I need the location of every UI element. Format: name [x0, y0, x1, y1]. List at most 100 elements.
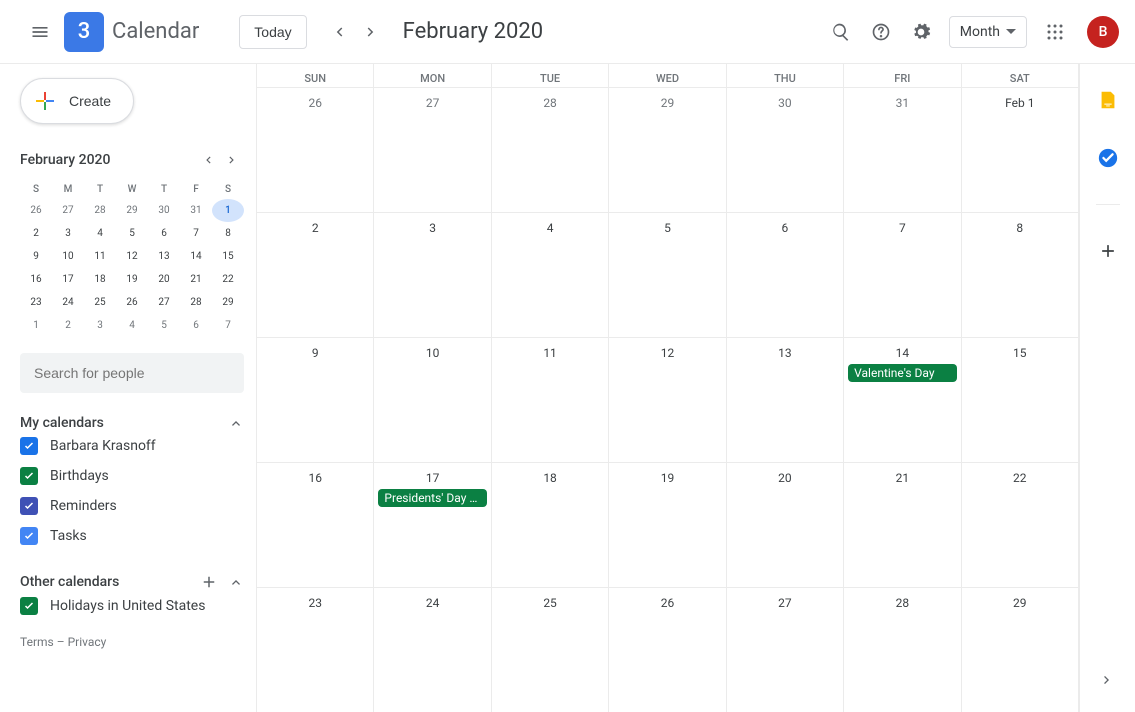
mini-day[interactable]: 26	[20, 199, 52, 222]
mini-day[interactable]: 31	[180, 199, 212, 222]
mini-day[interactable]: 20	[148, 268, 180, 291]
day-cell[interactable]: 6	[727, 213, 844, 337]
calendar-item[interactable]: Tasks	[20, 521, 244, 551]
day-cell[interactable]: 14Valentine's Day	[844, 338, 961, 462]
terms-link[interactable]: Terms	[20, 635, 54, 649]
mini-day[interactable]: 12	[116, 245, 148, 268]
tasks-button[interactable]	[1090, 140, 1126, 176]
mini-day[interactable]: 7	[212, 314, 244, 337]
mini-prev-month[interactable]	[196, 148, 220, 172]
mini-next-month[interactable]	[220, 148, 244, 172]
mini-day[interactable]: 8	[212, 222, 244, 245]
mini-day[interactable]: 30	[148, 199, 180, 222]
mini-day[interactable]: 29	[212, 291, 244, 314]
day-cell[interactable]: 26	[257, 88, 374, 212]
mini-day[interactable]: 28	[180, 291, 212, 314]
mini-day[interactable]: 18	[84, 268, 116, 291]
mini-day[interactable]: 3	[52, 222, 84, 245]
day-cell[interactable]: 4	[492, 213, 609, 337]
calendar-checkbox[interactable]	[20, 527, 38, 545]
event-chip[interactable]: Valentine's Day	[848, 364, 956, 382]
mini-day[interactable]: 15	[212, 245, 244, 268]
mini-day[interactable]: 6	[180, 314, 212, 337]
search-people-input[interactable]	[20, 353, 244, 393]
next-month-button[interactable]	[355, 16, 387, 48]
keep-button[interactable]	[1090, 82, 1126, 118]
day-cell[interactable]: 18	[492, 463, 609, 587]
mini-day[interactable]: 19	[116, 268, 148, 291]
mini-day[interactable]: 17	[52, 268, 84, 291]
calendar-item[interactable]: Reminders	[20, 491, 244, 521]
day-cell[interactable]: 7	[844, 213, 961, 337]
calendar-checkbox[interactable]	[20, 437, 38, 455]
day-cell[interactable]: 13	[727, 338, 844, 462]
event-chip[interactable]: Presidents' Day (re	[378, 489, 486, 507]
mini-day[interactable]: 28	[84, 199, 116, 222]
mini-day[interactable]: 11	[84, 245, 116, 268]
mini-day[interactable]: 7	[180, 222, 212, 245]
mini-day[interactable]: 6	[148, 222, 180, 245]
day-cell[interactable]: 9	[257, 338, 374, 462]
day-cell[interactable]: 21	[844, 463, 961, 587]
mini-day[interactable]: 26	[116, 291, 148, 314]
support-button[interactable]	[861, 12, 901, 52]
privacy-link[interactable]: Privacy	[68, 635, 107, 649]
day-cell[interactable]: 3	[374, 213, 491, 337]
day-cell[interactable]: 28	[844, 588, 961, 712]
day-cell[interactable]: 29	[962, 588, 1079, 712]
day-cell[interactable]: 20	[727, 463, 844, 587]
view-switcher[interactable]: Month	[949, 16, 1027, 48]
hide-panel-button[interactable]	[1093, 666, 1121, 694]
prev-month-button[interactable]	[323, 16, 355, 48]
day-cell[interactable]: 12	[609, 338, 726, 462]
day-cell[interactable]: 25	[492, 588, 609, 712]
calendar-checkbox[interactable]	[20, 497, 38, 515]
mini-day[interactable]: 23	[20, 291, 52, 314]
mini-day[interactable]: 29	[116, 199, 148, 222]
create-button[interactable]: Create	[20, 78, 134, 124]
calendar-checkbox[interactable]	[20, 597, 38, 615]
mini-day[interactable]: 14	[180, 245, 212, 268]
day-cell[interactable]: 23	[257, 588, 374, 712]
day-cell[interactable]: 28	[492, 88, 609, 212]
day-cell[interactable]: 5	[609, 213, 726, 337]
calendar-item[interactable]: Barbara Krasnoff	[20, 431, 244, 461]
other-calendars-header[interactable]: Other calendars	[20, 573, 244, 591]
mini-day[interactable]: 10	[52, 245, 84, 268]
day-cell[interactable]: 22	[962, 463, 1079, 587]
day-cell[interactable]: 29	[609, 88, 726, 212]
mini-day[interactable]: 4	[116, 314, 148, 337]
mini-day[interactable]: 22	[212, 268, 244, 291]
mini-day[interactable]: 1	[212, 199, 244, 222]
mini-day[interactable]: 3	[84, 314, 116, 337]
day-cell[interactable]: 8	[962, 213, 1079, 337]
apps-button[interactable]	[1035, 12, 1075, 52]
mini-day[interactable]: 9	[20, 245, 52, 268]
calendar-item[interactable]: Birthdays	[20, 461, 244, 491]
calendar-checkbox[interactable]	[20, 467, 38, 485]
mini-day[interactable]: 27	[148, 291, 180, 314]
day-cell[interactable]: 10	[374, 338, 491, 462]
settings-button[interactable]	[901, 12, 941, 52]
day-cell[interactable]: 27	[374, 88, 491, 212]
day-cell[interactable]: 27	[727, 588, 844, 712]
add-calendar-icon[interactable]	[200, 573, 218, 591]
day-cell[interactable]: 15	[962, 338, 1079, 462]
mini-day[interactable]: 1	[20, 314, 52, 337]
mini-day[interactable]: 21	[180, 268, 212, 291]
mini-day[interactable]: 2	[20, 222, 52, 245]
mini-day[interactable]: 4	[84, 222, 116, 245]
day-cell[interactable]: 26	[609, 588, 726, 712]
mini-day[interactable]: 5	[116, 222, 148, 245]
day-cell[interactable]: 30	[727, 88, 844, 212]
mini-day[interactable]: 5	[148, 314, 180, 337]
day-cell[interactable]: Feb 1	[962, 88, 1079, 212]
day-cell[interactable]: 31	[844, 88, 961, 212]
mini-day[interactable]: 2	[52, 314, 84, 337]
my-calendars-header[interactable]: My calendars	[20, 415, 244, 431]
day-cell[interactable]: 11	[492, 338, 609, 462]
main-menu-button[interactable]	[16, 8, 64, 56]
calendar-item[interactable]: Holidays in United States	[20, 591, 244, 621]
mini-day[interactable]: 27	[52, 199, 84, 222]
mini-day[interactable]: 13	[148, 245, 180, 268]
